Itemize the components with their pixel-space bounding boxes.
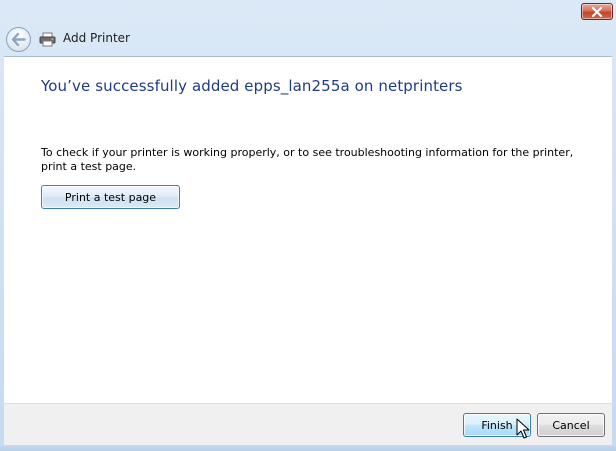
back-arrow-icon <box>11 33 26 46</box>
window-title: Add Printer <box>63 31 130 45</box>
content-panel: You’ve successfully added epps_lan255a o… <box>4 56 612 403</box>
window-bottom-border <box>0 445 616 451</box>
print-test-page-button[interactable]: Print a test page <box>41 185 180 209</box>
finish-button[interactable]: Finish <box>463 413 531 437</box>
title-bar: Add Printer <box>0 0 616 56</box>
close-icon <box>591 6 603 17</box>
description-text: To check if your printer is working prop… <box>41 146 574 173</box>
printer-icon <box>39 32 56 47</box>
back-button[interactable] <box>6 27 31 52</box>
footer-bar: Finish Cancel <box>4 403 612 445</box>
add-printer-window: Add Printer You’ve successfully added ep… <box>0 0 616 451</box>
close-button[interactable] <box>581 3 613 20</box>
cancel-button[interactable]: Cancel <box>537 413 605 437</box>
page-heading: You’ve successfully added epps_lan255a o… <box>41 77 463 95</box>
